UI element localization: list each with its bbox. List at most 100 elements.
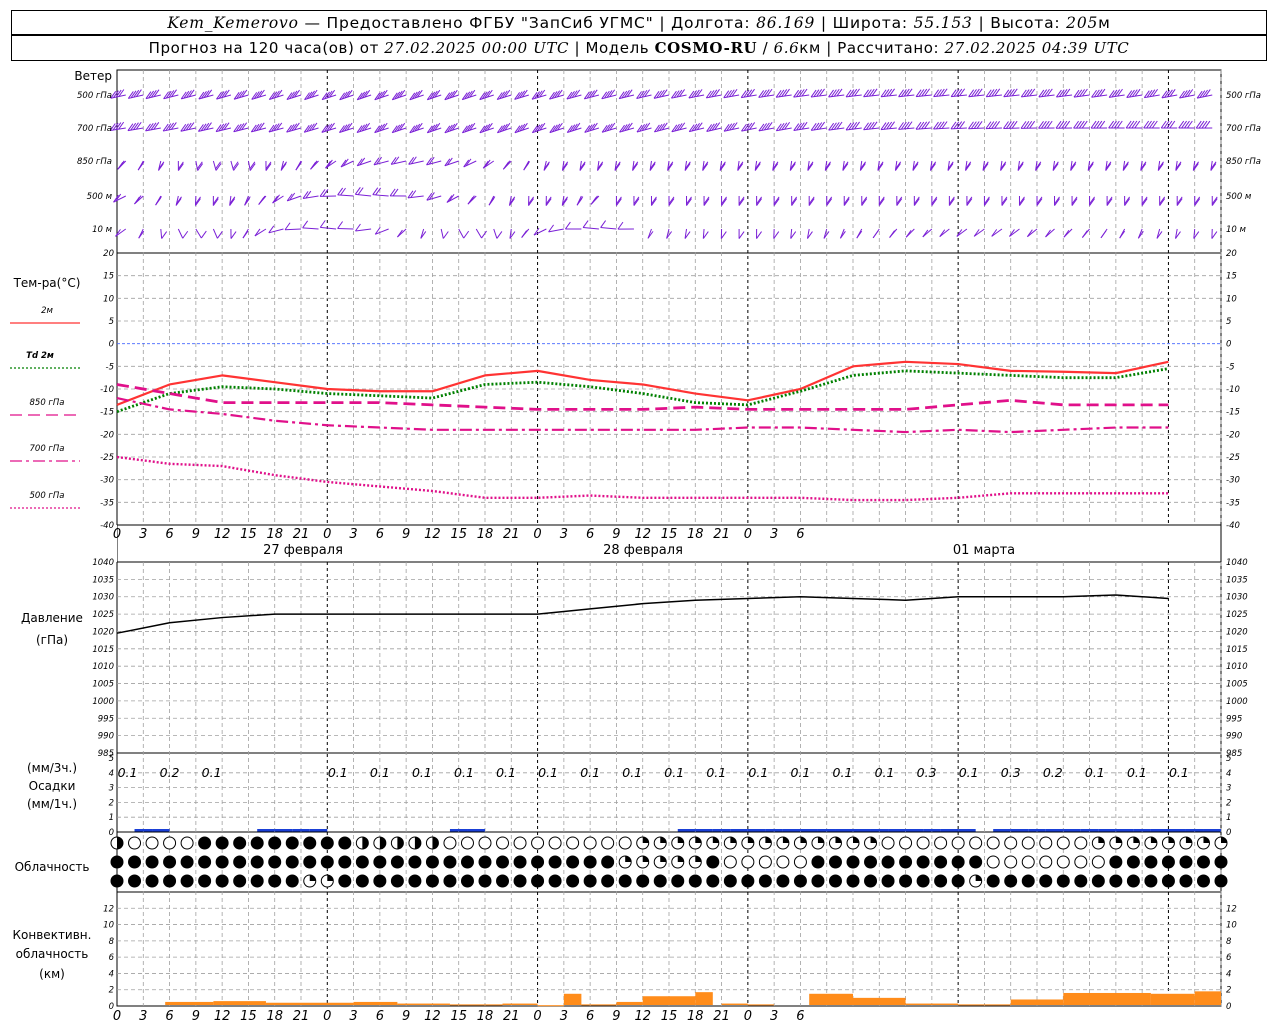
convective-bar xyxy=(353,1001,398,1005)
wind-barb xyxy=(601,122,617,133)
wind-barb xyxy=(702,160,709,171)
wind-barb-staff xyxy=(880,127,897,131)
wind-barb-feather xyxy=(906,121,913,129)
cloud-circle xyxy=(268,874,282,888)
wind-barb-staff xyxy=(985,127,1002,130)
wind-barb-feather xyxy=(1011,120,1018,129)
wind-barb xyxy=(947,160,954,171)
wind-barb-staff xyxy=(177,228,184,239)
cloud-circle xyxy=(986,855,1000,869)
temperature-title: Тем-ра(°C) xyxy=(13,276,81,290)
cloud-symbol xyxy=(496,874,510,888)
wind-barb xyxy=(636,122,652,133)
conv-tick-right: 6 xyxy=(1226,953,1232,963)
cloud-symbol xyxy=(969,855,983,869)
cloud-symbol xyxy=(496,836,510,850)
cloud-symbol xyxy=(846,874,860,888)
wind-barb xyxy=(319,189,337,197)
wind-barb xyxy=(463,158,477,168)
wind-barb xyxy=(1193,228,1200,239)
cloud-symbol xyxy=(1021,855,1035,869)
cloud-symbol xyxy=(1004,874,1018,888)
wind-barb xyxy=(475,228,487,239)
cloud-symbol xyxy=(969,836,983,850)
wind-barb-feather xyxy=(959,121,965,129)
x-tick-label: 15 xyxy=(240,527,257,542)
wind-barb-feather xyxy=(1128,120,1135,129)
wind-barb xyxy=(775,121,792,132)
cloud-symbol xyxy=(513,855,527,869)
wind-barb-staff xyxy=(127,127,144,132)
precip-bar xyxy=(309,829,328,832)
wind-barb-feather xyxy=(156,196,162,204)
wind-barb-staff xyxy=(776,127,792,132)
wind-barb xyxy=(1126,88,1143,99)
wind-barb xyxy=(303,122,319,133)
cloud-circle xyxy=(408,855,422,869)
wind-barb xyxy=(723,88,740,99)
wind-barb-feather xyxy=(880,89,887,98)
cloud-symbol xyxy=(303,874,317,888)
convective-bar xyxy=(581,1004,617,1006)
cloud-circle xyxy=(986,874,1000,888)
cloud-circle xyxy=(145,836,159,850)
wind-barb-feather xyxy=(941,121,948,129)
wind-barb xyxy=(896,196,903,206)
wind-barb xyxy=(705,89,722,99)
wind-barb-feather xyxy=(1038,120,1044,129)
cloud-circle xyxy=(478,874,492,888)
wind-barb-feather xyxy=(889,121,895,130)
wind-barb-feather xyxy=(991,88,998,97)
wind-barb-feather xyxy=(302,220,309,229)
cloud-circle xyxy=(934,855,948,869)
wind-barb xyxy=(1194,196,1201,206)
wind-barb xyxy=(791,196,798,206)
wind-barb-staff xyxy=(793,94,810,98)
precip-tick-left: 5 xyxy=(109,754,114,764)
cloud-circle xyxy=(198,836,212,850)
conv-tick-right: 10 xyxy=(1226,921,1237,931)
precip-bar xyxy=(1203,829,1221,832)
wind-barb xyxy=(134,195,144,205)
wind-barb-feather xyxy=(1061,120,1068,129)
wind-barb-feather xyxy=(868,121,875,130)
pressure-title: Давление xyxy=(21,611,83,625)
legend-label-4: 500 гПа xyxy=(30,491,65,501)
wind-barb-feather xyxy=(1011,88,1018,97)
cloud-circle xyxy=(934,836,948,850)
cloud-symbol xyxy=(1091,874,1105,888)
cloud-circle xyxy=(1161,874,1175,888)
wind-barb xyxy=(467,195,477,205)
x-tick-label: 21 xyxy=(293,1009,310,1024)
cloud-symbol xyxy=(215,874,229,888)
x-tick-label: 6 xyxy=(796,1009,804,1024)
wind-barb xyxy=(985,120,1002,130)
cloud-symbol xyxy=(741,836,755,850)
wind-barb xyxy=(444,89,459,101)
wind-barb-staff xyxy=(968,127,985,130)
cloud-symbol xyxy=(828,874,842,888)
cloud-symbol xyxy=(618,874,632,888)
cloud-symbol xyxy=(460,855,474,869)
wind-barb xyxy=(1157,160,1164,171)
precip-amount: 0.2 xyxy=(160,765,180,780)
cloud-circle xyxy=(496,836,510,850)
wind-barb xyxy=(1143,88,1160,99)
pressure-tick-left: 1010 xyxy=(92,662,114,672)
cloud-symbol xyxy=(425,874,439,888)
wind-barb xyxy=(242,228,249,239)
cloud-fill xyxy=(1203,837,1210,843)
x-tick-label: 9 xyxy=(192,527,200,542)
wind-barb xyxy=(374,226,389,235)
wind-barb-feather xyxy=(988,89,995,97)
cloud-circle xyxy=(811,855,825,869)
cloud-fill xyxy=(117,837,123,849)
cloud-circle xyxy=(1021,874,1035,888)
precip-tick-left: 3 xyxy=(109,784,114,794)
wind-barb-staff xyxy=(968,94,985,98)
wind-barb-feather xyxy=(903,121,910,130)
cloud-symbol xyxy=(899,874,913,888)
precip-bar xyxy=(292,829,310,832)
wind-barb xyxy=(1055,120,1073,129)
conv-tick-right: 12 xyxy=(1226,904,1237,914)
